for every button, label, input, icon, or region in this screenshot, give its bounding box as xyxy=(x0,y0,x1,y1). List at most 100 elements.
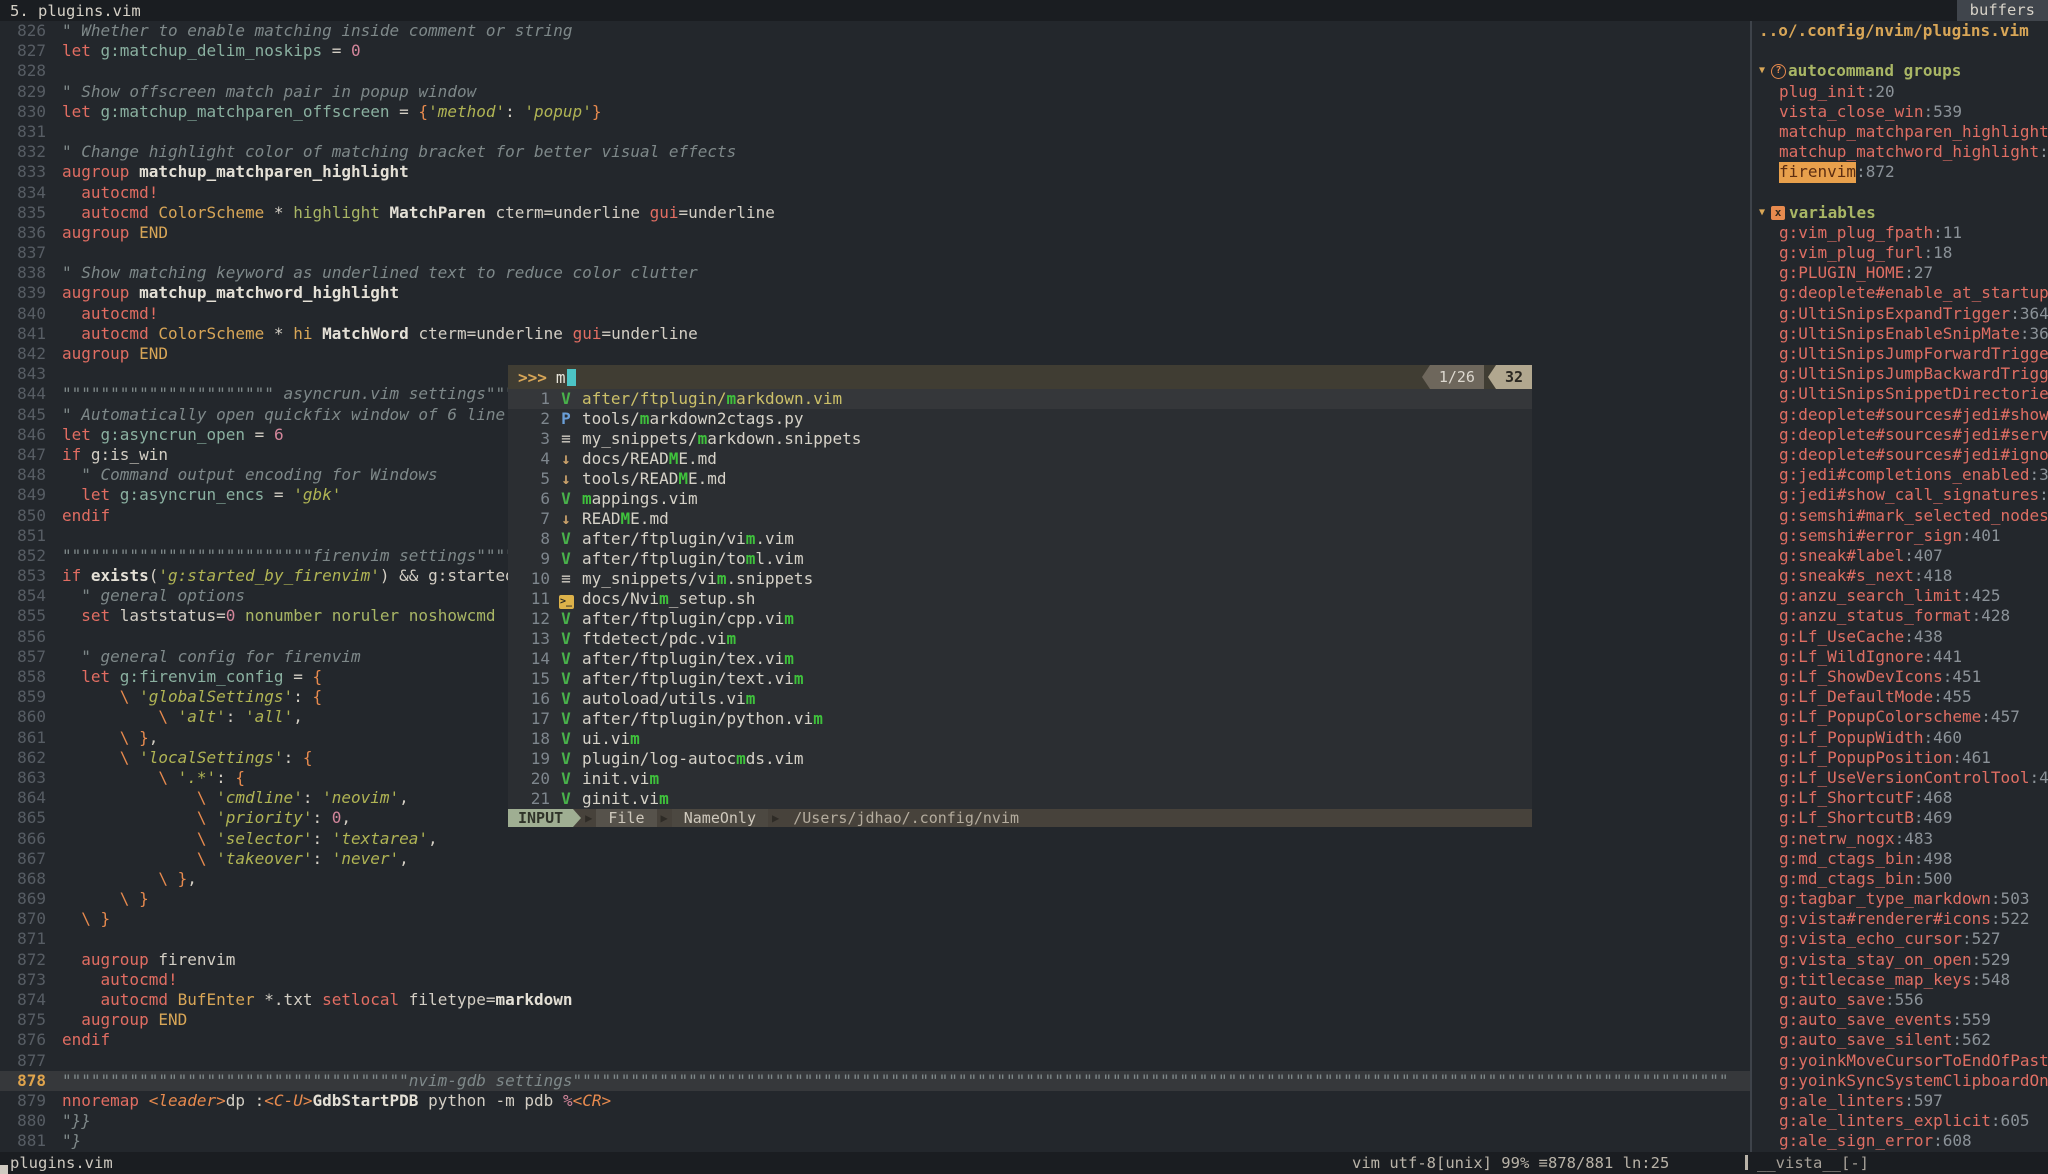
symbol-item[interactable]: g:md_ctags_bin:500 xyxy=(1759,869,2048,889)
code-line[interactable]: 838" Show matching keyword as underlined… xyxy=(0,263,1750,283)
file-list-item[interactable]: 17Vafter/ftplugin/python.vim xyxy=(508,709,1532,729)
file-list-item[interactable]: 10≡my_snippets/vim.snippets xyxy=(508,569,1532,589)
code-line[interactable]: 881"} xyxy=(0,1131,1750,1151)
file-list-item[interactable]: 2Ptools/markdown2ctags.py xyxy=(508,409,1532,429)
symbol-item[interactable]: g:yoinkSyncSystemClipboardOnFocus:580 xyxy=(1759,1071,2048,1091)
code-line[interactable]: 831 xyxy=(0,122,1750,142)
file-list-item[interactable]: 15Vafter/ftplugin/text.vim xyxy=(508,669,1532,689)
code-line[interactable]: 875 augroup END xyxy=(0,1010,1750,1030)
symbol-item[interactable]: g:UltiSnipsJumpBackwardTrigger:367 xyxy=(1759,364,2048,384)
symbol-item[interactable]: g:md_ctags_bin:498 xyxy=(1759,849,2048,869)
code-line[interactable]: 874 autocmd BufEnter *.txt setlocal file… xyxy=(0,990,1750,1010)
code-line[interactable]: 839augroup matchup_matchword_highlight xyxy=(0,283,1750,303)
symbol-item[interactable]: g:sneak#label:407 xyxy=(1759,546,2048,566)
code-line[interactable]: 877 xyxy=(0,1051,1750,1071)
code-line[interactable]: 836augroup END xyxy=(0,223,1750,243)
file-list-item[interactable]: 4↓docs/README.md xyxy=(508,449,1532,469)
file-list-item[interactable]: 5↓tools/README.md xyxy=(508,469,1532,489)
symbol-item[interactable]: g:tagbar_type_markdown:503 xyxy=(1759,889,2048,909)
code-line[interactable]: 826" Whether to enable matching inside c… xyxy=(0,21,1750,41)
symbol-item[interactable]: g:titlecase_map_keys:548 xyxy=(1759,970,2048,990)
file-list-item[interactable]: 21Vginit.vim xyxy=(508,789,1532,809)
code-line[interactable]: 835 autocmd ColorScheme * highlight Matc… xyxy=(0,203,1750,223)
symbol-item[interactable]: g:auto_save_silent:562 xyxy=(1759,1030,2048,1050)
symbol-item[interactable]: g:auto_save_events:559 xyxy=(1759,1010,2048,1030)
symbol-item[interactable]: g:vista#renderer#icons:522 xyxy=(1759,909,2048,929)
code-line[interactable]: 827let g:matchup_delim_noskips = 0 xyxy=(0,41,1750,61)
file-list-item[interactable]: 1Vafter/ftplugin/markdown.vim xyxy=(508,389,1532,409)
chevron-down-icon[interactable]: ▼ xyxy=(1759,61,1765,81)
symbol-item[interactable]: g:anzu_status_format:428 xyxy=(1759,606,2048,626)
code-line[interactable]: 880"}} xyxy=(0,1111,1750,1131)
code-line[interactable]: 869 \ } xyxy=(0,889,1750,909)
symbol-item[interactable]: g:UltiSnipsSnippetDirectories:368 xyxy=(1759,384,2048,404)
symbol-item[interactable]: g:deoplete#enable_at_startup:330 xyxy=(1759,283,2048,303)
file-list-item[interactable]: 12Vafter/ftplugin/cpp.vim xyxy=(508,609,1532,629)
code-line[interactable]: 829" Show offscreen match pair in popup … xyxy=(0,82,1750,102)
symbol-item[interactable]: g:Lf_ShortcutF:468 xyxy=(1759,788,2048,808)
symbol-item[interactable]: g:jedi#show_call_signatures:374 xyxy=(1759,485,2048,505)
symbol-item[interactable]: g:Lf_PopupColorscheme:457 xyxy=(1759,707,2048,727)
file-list-item[interactable]: 20Vinit.vim xyxy=(508,769,1532,789)
code-line[interactable]: 833augroup matchup_matchparen_highlight xyxy=(0,162,1750,182)
symbol-item[interactable]: g:semshi#error_sign:401 xyxy=(1759,526,2048,546)
symbol-item[interactable]: g:Lf_ShortcutB:469 xyxy=(1759,808,2048,828)
file-list-item[interactable]: 16Vautoload/utils.vim xyxy=(508,689,1532,709)
symbol-item[interactable]: plug_init:20 xyxy=(1759,82,2048,102)
symbol-item[interactable]: g:semshi#mark_selected_nodes:393 xyxy=(1759,506,2048,526)
file-list-item[interactable]: 7↓README.md xyxy=(508,509,1532,529)
symbol-item[interactable]: g:UltiSnipsEnableSnipMate:365 xyxy=(1759,324,2048,344)
code-line[interactable]: 867 \ 'takeover': 'never', xyxy=(0,849,1750,869)
symbol-item[interactable]: firenvim:872 xyxy=(1759,162,2048,182)
file-list-item[interactable]: 9Vafter/ftplugin/toml.vim xyxy=(508,549,1532,569)
symbol-item[interactable]: g:UltiSnipsExpandTrigger:364 xyxy=(1759,304,2048,324)
symbol-item[interactable]: g:sneak#s_next:418 xyxy=(1759,566,2048,586)
code-line[interactable]: 840 autocmd! xyxy=(0,304,1750,324)
symbol-item[interactable]: g:yoinkMoveCursorToEndOfPaste:576 xyxy=(1759,1051,2048,1071)
symbol-item[interactable]: g:netrw_nogx:483 xyxy=(1759,829,2048,849)
file-list-item[interactable]: 3≡my_snippets/markdown.snippets xyxy=(508,429,1532,449)
symbol-item[interactable]: g:Lf_DefaultMode:455 xyxy=(1759,687,2048,707)
symbol-item[interactable]: g:Lf_PopupWidth:460 xyxy=(1759,728,2048,748)
chevron-down-icon[interactable]: ▼ xyxy=(1759,203,1765,223)
code-line[interactable]: 876endif xyxy=(0,1030,1750,1050)
file-list-item[interactable]: 14Vafter/ftplugin/tex.vim xyxy=(508,649,1532,669)
search-input[interactable]: m xyxy=(556,368,566,387)
symbol-item[interactable]: g:vista_stay_on_open:529 xyxy=(1759,950,2048,970)
code-line[interactable]: 837 xyxy=(0,243,1750,263)
symbol-item[interactable]: vista_close_win:539 xyxy=(1759,102,2048,122)
code-line[interactable]: 878""""""""""""""""""""""""""""""""""""n… xyxy=(0,1071,1750,1091)
symbol-item[interactable]: g:vim_plug_furl:18 xyxy=(1759,243,2048,263)
symbol-item[interactable]: matchup_matchword_highlight:839 xyxy=(1759,142,2048,162)
sidebar-section-header-variables[interactable]: ▼xvariables xyxy=(1759,203,2048,223)
symbol-item[interactable]: g:Lf_UseCache:438 xyxy=(1759,627,2048,647)
code-line[interactable]: 873 autocmd! xyxy=(0,970,1750,990)
symbol-item[interactable]: g:vim_plug_fpath:11 xyxy=(1759,223,2048,243)
symbol-item[interactable]: g:anzu_search_limit:425 xyxy=(1759,586,2048,606)
code-line[interactable]: 871 xyxy=(0,929,1750,949)
symbol-item[interactable]: g:jedi#completions_enabled:373 xyxy=(1759,465,2048,485)
symbol-item[interactable]: g:Lf_ShowDevIcons:451 xyxy=(1759,667,2048,687)
file-list-item[interactable]: 18Vui.vim xyxy=(508,729,1532,749)
sidebar-section-header-autocommand-groups[interactable]: ▼?autocommand groups xyxy=(1759,61,2048,81)
symbol-item[interactable]: g:deoplete#sources#jedi#show_docstring:3… xyxy=(1759,405,2048,425)
window-separator[interactable] xyxy=(1750,21,1752,1152)
file-list-item[interactable]: 13Vftdetect/pdc.vim xyxy=(508,629,1532,649)
symbol-item[interactable]: g:deoplete#sources#jedi#ignore_errors:37… xyxy=(1759,445,2048,465)
file-list-item[interactable]: 11>_docs/Nvim_setup.sh xyxy=(508,589,1532,609)
file-list-item[interactable]: 19Vplugin/log-autocmds.vim xyxy=(508,749,1532,769)
symbol-item[interactable]: matchup_matchparen_highlight:833 xyxy=(1759,122,2048,142)
symbol-item[interactable]: g:ale_sign_error:608 xyxy=(1759,1131,2048,1151)
code-line[interactable]: 868 \ }, xyxy=(0,869,1750,889)
symbol-item[interactable]: g:ale_linters:597 xyxy=(1759,1091,2048,1111)
file-list-item[interactable]: 8Vafter/ftplugin/vim.vim xyxy=(508,529,1532,549)
leaderf-input-bar[interactable]: >>> m 1/26 32 xyxy=(508,365,1532,389)
symbol-item[interactable]: g:Lf_PopupPosition:461 xyxy=(1759,748,2048,768)
symbol-item[interactable]: g:Lf_WildIgnore:441 xyxy=(1759,647,2048,667)
code-line[interactable]: 830let g:matchup_matchparen_offscreen = … xyxy=(0,102,1750,122)
symbol-item[interactable]: g:UltiSnipsJumpForwardTrigger:366 xyxy=(1759,344,2048,364)
code-line[interactable]: 832" Change highlight color of matching … xyxy=(0,142,1750,162)
code-line[interactable]: 842augroup END xyxy=(0,344,1750,364)
symbol-item[interactable]: g:vista_echo_cursor:527 xyxy=(1759,929,2048,949)
symbol-item[interactable]: g:ale_linters_explicit:605 xyxy=(1759,1111,2048,1131)
